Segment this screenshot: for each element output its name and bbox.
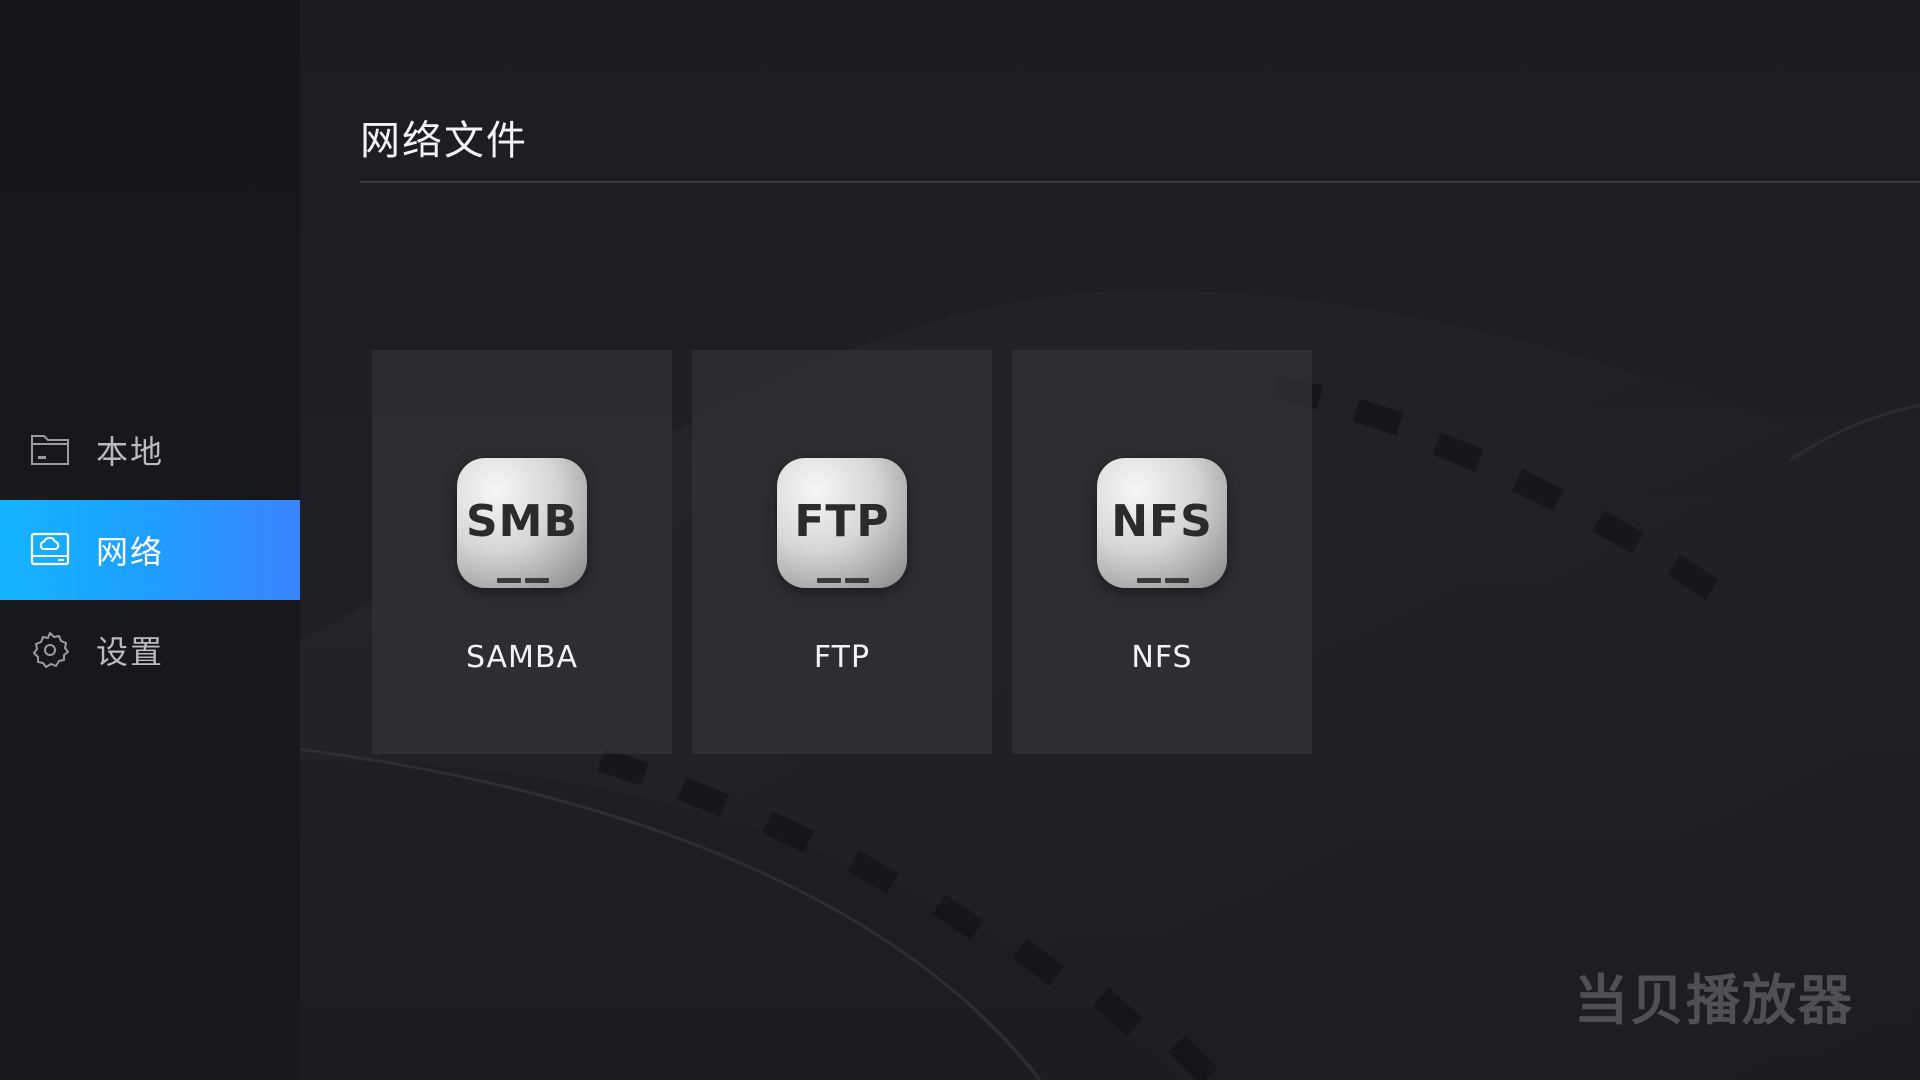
ftp-icon: FTP — [777, 458, 907, 588]
badge-text: SMB — [465, 496, 578, 547]
samba-card[interactable]: SMB SAMBA — [372, 350, 672, 754]
badge-bar — [1165, 578, 1189, 583]
badge-bar — [845, 578, 869, 583]
sidebar-item-local[interactable]: 本地 — [0, 400, 300, 500]
card-label: SAMBA — [465, 640, 579, 675]
protocol-cards: SMB SAMBA FTP FTP NFS NFS — [372, 350, 1312, 754]
badge-bar — [525, 578, 549, 583]
sidebar-item-label: 网络 — [96, 533, 165, 571]
sidebar-item-network[interactable]: 网络 — [0, 500, 300, 600]
sidebar-item-label: 本地 — [96, 433, 165, 471]
nfs-icon: NFS — [1097, 458, 1227, 588]
header-divider — [360, 181, 1920, 183]
badge-bar — [817, 578, 841, 583]
app-screen: 本地 网络 设置 网络文件 SMB SAMBA FTP FTP NFS NFS … — [0, 0, 1920, 1080]
page-title: 网络文件 — [360, 118, 528, 164]
gear-icon — [30, 630, 70, 670]
nfs-card[interactable]: NFS NFS — [1012, 350, 1312, 754]
badge-text: NFS — [1111, 496, 1213, 547]
network-drive-icon — [30, 530, 70, 570]
sidebar-item-label: 设置 — [96, 633, 165, 671]
sidebar-item-settings[interactable]: 设置 — [0, 600, 300, 700]
badge-text: FTP — [794, 496, 890, 547]
smb-icon: SMB — [457, 458, 587, 588]
ftp-card[interactable]: FTP FTP — [692, 350, 992, 754]
sidebar: 本地 网络 设置 — [0, 0, 300, 1080]
card-label: FTP — [813, 640, 871, 675]
sidebar-nav: 本地 网络 设置 — [0, 400, 300, 700]
folder-icon — [30, 430, 70, 470]
brand-watermark: 当贝播放器 — [1574, 969, 1854, 1032]
badge-bar — [497, 578, 521, 583]
card-label: NFS — [1131, 640, 1193, 675]
badge-bar — [1137, 578, 1161, 583]
